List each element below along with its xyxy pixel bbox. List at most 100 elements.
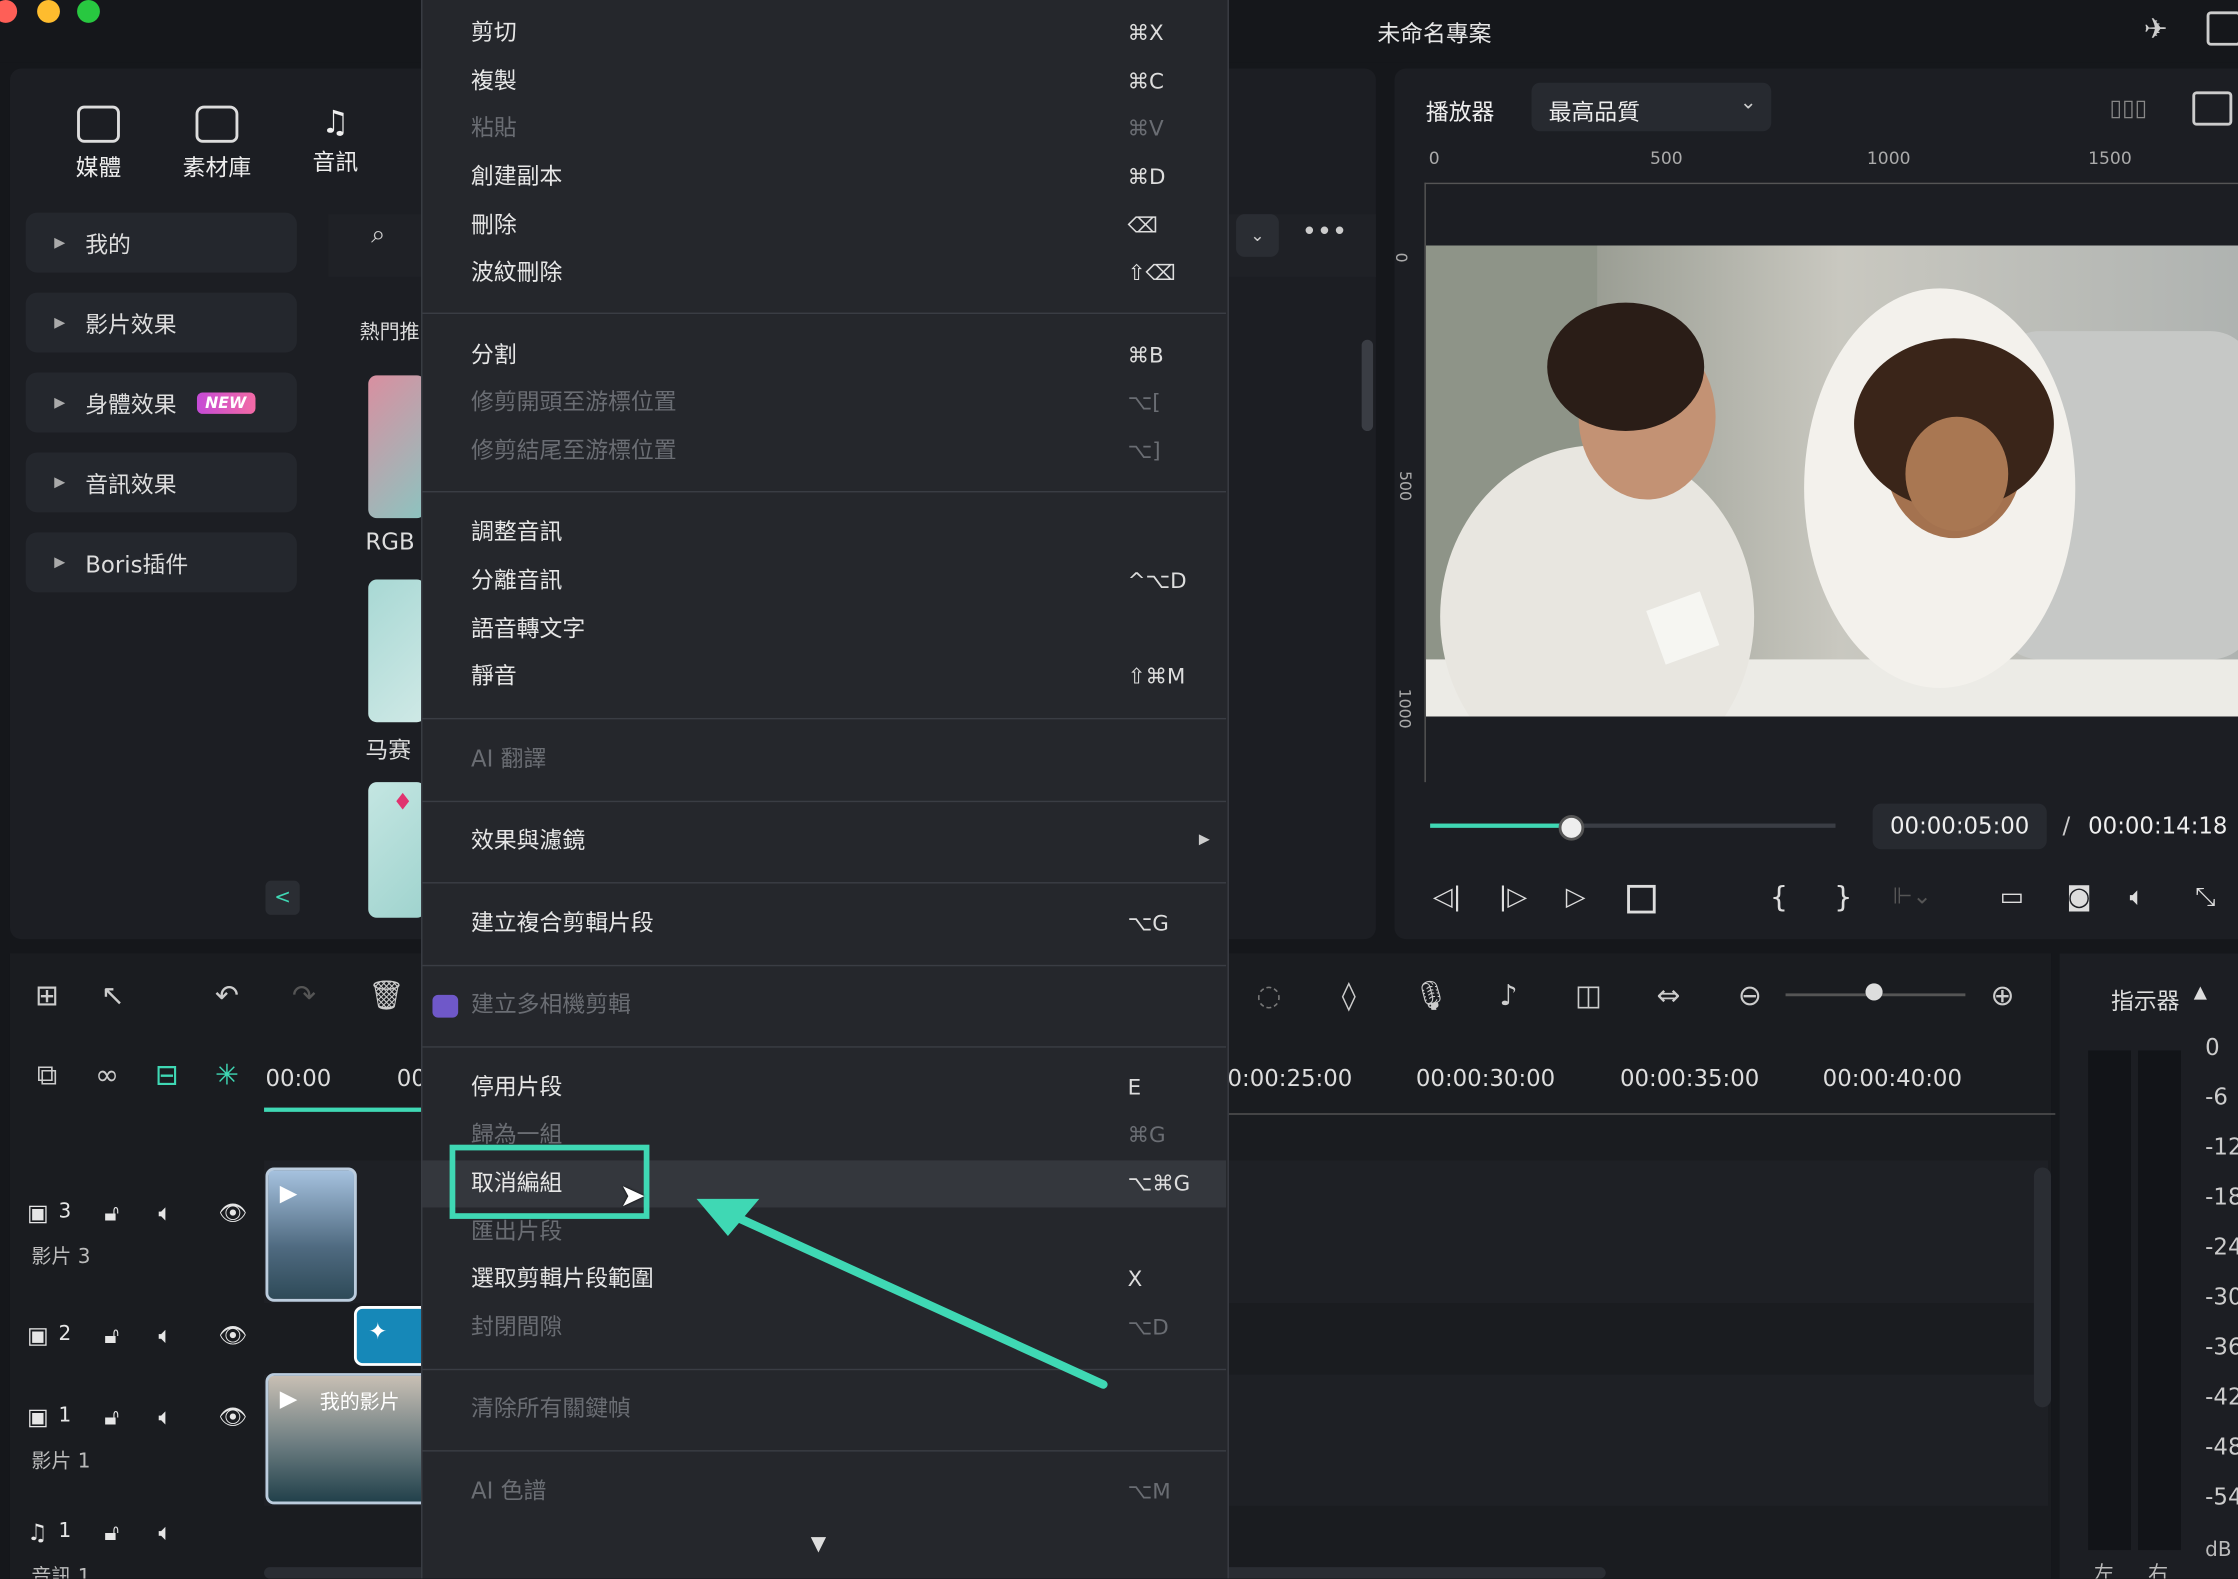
tab-stock[interactable]: 素材庫 bbox=[166, 105, 269, 183]
volume-icon[interactable]: 🔈︎ bbox=[2130, 882, 2145, 912]
menu-item[interactable]: 語音轉文字 bbox=[471, 608, 1199, 651]
ruler-label: 1000 bbox=[1395, 688, 1414, 729]
lock-icon[interactable]: 🔓︎ bbox=[104, 1519, 119, 1548]
eye-icon[interactable]: 👁︎ bbox=[218, 1403, 247, 1430]
menu-item[interactable]: 調整音訊 bbox=[471, 511, 1199, 554]
sidebar-item-mine[interactable]: ▶ 我的 bbox=[25, 212, 297, 273]
redo-icon[interactable]: ↷ bbox=[288, 979, 319, 1010]
library-scrollbar[interactable] bbox=[1361, 339, 1374, 432]
eye-icon[interactable]: 👁︎ bbox=[218, 1322, 247, 1349]
tab-media-label: 媒體 bbox=[75, 154, 122, 182]
delete-icon[interactable]: 🗑︎ bbox=[368, 979, 404, 1010]
magnet-icon[interactable]: ⊟ bbox=[151, 1059, 182, 1090]
snap-icon[interactable]: ✳ bbox=[211, 1059, 242, 1090]
lock-icon[interactable]: 🔓︎ bbox=[104, 1322, 119, 1351]
minimize-window-button[interactable] bbox=[37, 0, 60, 23]
video-clip[interactable]: ▶ bbox=[265, 1167, 357, 1302]
layout-grid-icon[interactable]: ⊞ bbox=[31, 979, 62, 1010]
link-icon[interactable]: ∞ bbox=[91, 1059, 122, 1090]
more-icon[interactable]: ••• bbox=[1302, 217, 1347, 247]
marker-icon[interactable]: ◊ bbox=[1333, 979, 1364, 1010]
multicam-icon bbox=[432, 994, 459, 1018]
zoom-out-icon[interactable]: ⊖ bbox=[1734, 979, 1765, 1010]
eye-icon[interactable]: 👁︎ bbox=[218, 1199, 247, 1226]
audio-mix-icon[interactable]: ♪ bbox=[1493, 979, 1524, 1010]
display-icon[interactable]: ▭ bbox=[2000, 882, 2024, 912]
zoom-in-icon[interactable]: ⊕ bbox=[1987, 979, 2018, 1010]
track-number: 1 bbox=[58, 1520, 72, 1543]
insert-icon[interactable]: ⊩⌄ bbox=[1893, 882, 1932, 909]
search-icon[interactable]: ⌕ bbox=[371, 220, 385, 250]
preview-icon[interactable]: ◫ bbox=[1573, 979, 1604, 1010]
stop-icon[interactable] bbox=[1627, 884, 1656, 914]
volume-icon[interactable]: 🔈︎ bbox=[158, 1199, 172, 1228]
current-time[interactable]: 00:00:05:00 bbox=[1872, 803, 2047, 850]
playback-slider[interactable] bbox=[1430, 823, 1836, 828]
chevron-down-icon[interactable]: ⌄ bbox=[1236, 214, 1279, 257]
menu-item[interactable]: 分離音訊 ^⌥D bbox=[471, 560, 1199, 603]
select-tool-icon[interactable]: ↖ bbox=[97, 979, 128, 1010]
previous-frame-icon[interactable]: ◁| bbox=[1433, 882, 1461, 912]
menu-item[interactable]: 波紋刪除 ⇧⌫ bbox=[471, 251, 1199, 294]
menu-item[interactable]: 複製 ⌘C bbox=[471, 60, 1199, 103]
sidebar-item-audio-effects[interactable]: ▶ 音訊效果 bbox=[25, 452, 297, 513]
menu-item[interactable]: 分割 ⌘B bbox=[471, 334, 1199, 377]
menu-separator bbox=[422, 717, 1227, 720]
next-frame-icon[interactable]: |▷ bbox=[1499, 882, 1527, 912]
close-window-button[interactable] bbox=[0, 0, 18, 23]
menu-item-shortcut: ⇧⌫ bbox=[1127, 259, 1176, 286]
zoom-handle[interactable] bbox=[1865, 983, 1883, 1001]
work-area-bar[interactable] bbox=[264, 1107, 422, 1112]
tab-audio[interactable]: ♫ 音訊 bbox=[284, 106, 387, 177]
sidebar-item-body-effects[interactable]: ▶ 身體效果 NEW bbox=[25, 372, 297, 433]
effect-thumbnail[interactable] bbox=[368, 375, 426, 519]
microphone-icon[interactable]: 🎙︎ bbox=[1413, 979, 1449, 1010]
mark-out-icon[interactable]: } bbox=[1834, 879, 1852, 913]
fit-icon[interactable]: ⇔ bbox=[1653, 979, 1684, 1010]
tab-media[interactable]: 媒體 bbox=[47, 105, 150, 183]
render-icon[interactable]: ◌ bbox=[1253, 979, 1284, 1010]
volume-icon[interactable]: 🔈︎ bbox=[158, 1519, 172, 1548]
lock-icon[interactable]: 🔓︎ bbox=[104, 1403, 119, 1432]
ruler-time: 00:00:40:00 bbox=[1822, 1064, 1962, 1092]
timeline-scrollbar[interactable] bbox=[2033, 1167, 2052, 1408]
caret-up-icon[interactable]: ▲ bbox=[2194, 982, 2207, 1002]
volume-icon[interactable]: 🔈︎ bbox=[158, 1322, 172, 1351]
sidebar-item-boris[interactable]: ▶ Boris插件 bbox=[25, 532, 297, 593]
grid-view-icon[interactable]: ▯▯▯ bbox=[2110, 94, 2148, 121]
fullscreen-icon[interactable]: ⤡ bbox=[2195, 882, 2216, 912]
menu-item-shortcut: ⌘G bbox=[1127, 1121, 1166, 1148]
menu-item[interactable]: 創建副本 ⌘D bbox=[471, 156, 1199, 199]
scope-icon[interactable] bbox=[2192, 91, 2233, 126]
layout-icon[interactable] bbox=[2206, 11, 2238, 46]
add-track-icon[interactable]: ⧉ bbox=[31, 1059, 62, 1090]
collapse-sidebar-button[interactable]: < bbox=[265, 880, 300, 915]
ruler-time: 0:00:25:00 bbox=[1227, 1064, 1353, 1092]
menu-item[interactable]: 效果與濾鏡 bbox=[471, 819, 1199, 862]
mark-in-icon[interactable]: { bbox=[1770, 879, 1788, 913]
menu-item-shortcut: ⇧⌘M bbox=[1127, 663, 1186, 690]
volume-icon[interactable]: 🔈︎ bbox=[158, 1403, 172, 1432]
undo-icon[interactable]: ↶ bbox=[211, 979, 242, 1010]
snapshot-icon[interactable]: ◙ bbox=[2067, 882, 2092, 912]
lock-icon[interactable]: 🔓︎ bbox=[104, 1199, 119, 1228]
menu-separator bbox=[422, 490, 1227, 493]
menu-item-label: 複製 bbox=[471, 67, 517, 95]
video-preview[interactable] bbox=[1425, 245, 2238, 717]
quality-select[interactable]: 最高品質 ⌄ bbox=[1531, 82, 1772, 132]
share-icon[interactable]: ✈ bbox=[2144, 11, 2168, 45]
scroll-down-arrow-icon[interactable]: ▼ bbox=[811, 1533, 826, 1556]
section-heading: 熱門推 bbox=[359, 321, 420, 344]
menu-item[interactable]: 停用片段 E bbox=[471, 1066, 1199, 1109]
menu-item[interactable]: 靜音 ⇧⌘M bbox=[471, 655, 1199, 698]
play-icon[interactable]: ▷ bbox=[1566, 882, 1586, 912]
menu-item[interactable]: 建立複合剪輯片段 ⌥G bbox=[471, 902, 1199, 945]
zoom-window-button[interactable] bbox=[77, 0, 100, 23]
effect-thumbnail[interactable] bbox=[368, 579, 426, 723]
meter-bar-right bbox=[2138, 1050, 2181, 1551]
sidebar-item-video-effects[interactable]: ▶ 影片效果 bbox=[25, 292, 297, 353]
video-clip-my-video[interactable]: ▶ 我的影片 bbox=[265, 1373, 443, 1505]
menu-item[interactable]: 刪除 ⌫ bbox=[471, 204, 1199, 247]
video-frame-image bbox=[1425, 245, 2238, 717]
menu-item[interactable]: 剪切 ⌘X bbox=[471, 11, 1199, 54]
